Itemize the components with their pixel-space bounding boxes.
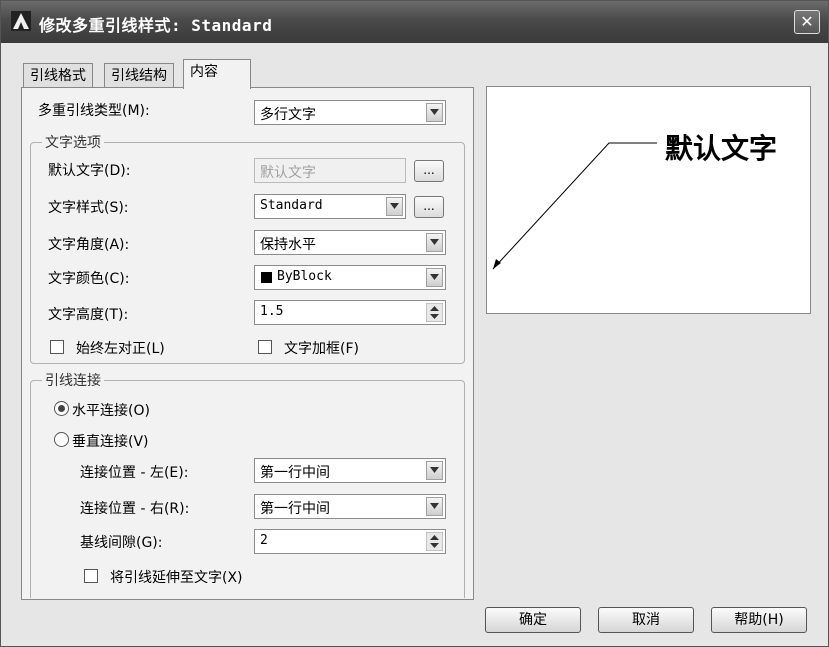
attach-left-value: 第一行中间 bbox=[260, 465, 330, 481]
extend-leader-label: 将引线延伸至文字(X) bbox=[110, 570, 243, 586]
leader-preview-graphic bbox=[492, 142, 657, 270]
text-height-label: 文字高度(T): bbox=[48, 307, 129, 323]
preview-text: 默认文字 bbox=[665, 132, 778, 165]
leader-type-select[interactable]: 多行文字 bbox=[254, 100, 446, 125]
vertical-attach-label: 垂直连接(V) bbox=[72, 434, 149, 450]
leader-type-label: 多重引线类型(M): bbox=[38, 103, 150, 119]
default-text-label: 默认文字(D): bbox=[48, 163, 131, 179]
text-color-select[interactable]: ByBlock bbox=[254, 265, 446, 290]
text-frame-checkbox[interactable] bbox=[258, 340, 272, 354]
text-style-select[interactable]: Standard bbox=[254, 194, 406, 219]
text-height-value: 1.5 bbox=[260, 304, 284, 319]
chevron-down-icon[interactable] bbox=[426, 103, 443, 122]
chevron-down-icon[interactable] bbox=[426, 497, 443, 516]
attach-right-select[interactable]: 第一行中间 bbox=[254, 494, 446, 519]
always-left-label: 始终左对正(L) bbox=[76, 341, 165, 357]
dialog-window: 修改多重引线样式: Standard ✕ 引线格式 引线结构 内容 多重引线类型… bbox=[0, 0, 829, 647]
attach-right-label: 连接位置 - 右(R): bbox=[80, 501, 190, 517]
default-text-field[interactable]: 默认文字 bbox=[254, 158, 406, 183]
close-icon: ✕ bbox=[800, 12, 814, 31]
attach-left-label: 连接位置 - 左(E): bbox=[80, 465, 189, 481]
tab-leader-structure[interactable]: 引线结构 bbox=[104, 63, 174, 87]
landing-gap-spinner[interactable]: 2 bbox=[254, 529, 446, 554]
text-frame-label: 文字加框(F) bbox=[284, 341, 359, 357]
leader-type-value: 多行文字 bbox=[260, 107, 316, 123]
text-height-spinner[interactable]: 1.5 bbox=[254, 300, 446, 325]
window-title: 修改多重引线样式: Standard bbox=[39, 16, 273, 35]
text-options-title: 文字选项 bbox=[42, 132, 104, 152]
chevron-down-icon[interactable] bbox=[386, 197, 403, 216]
horizontal-attach-label: 水平连接(O) bbox=[72, 403, 150, 419]
text-color-value: ByBlock bbox=[277, 269, 332, 284]
default-text-value: 默认文字 bbox=[260, 165, 316, 181]
ok-button[interactable]: 确定 bbox=[485, 607, 581, 633]
always-left-checkbox[interactable] bbox=[50, 340, 64, 354]
attach-left-select[interactable]: 第一行中间 bbox=[254, 458, 446, 483]
tab-leader-format[interactable]: 引线格式 bbox=[23, 63, 93, 87]
tab-content[interactable]: 内容 bbox=[183, 59, 251, 89]
cancel-button[interactable]: 取消 bbox=[598, 607, 694, 633]
horizontal-attach-radio[interactable] bbox=[54, 401, 69, 416]
text-style-value: Standard bbox=[260, 198, 323, 213]
text-angle-value: 保持水平 bbox=[260, 237, 316, 253]
title-bar[interactable]: 修改多重引线样式: Standard ✕ bbox=[1, 1, 828, 43]
text-angle-select[interactable]: 保持水平 bbox=[254, 230, 446, 255]
text-style-browse-button[interactable]: ... bbox=[414, 196, 444, 218]
help-button[interactable]: 帮助(H) bbox=[711, 607, 807, 633]
spin-arrows-icon[interactable] bbox=[426, 532, 443, 551]
text-angle-label: 文字角度(A): bbox=[48, 237, 130, 253]
chevron-down-icon[interactable] bbox=[426, 461, 443, 480]
landing-gap-value: 2 bbox=[260, 533, 268, 548]
text-style-label: 文字样式(S): bbox=[48, 200, 129, 216]
vertical-attach-radio[interactable] bbox=[54, 432, 69, 447]
attach-right-value: 第一行中间 bbox=[260, 501, 330, 517]
autocad-logo-icon bbox=[11, 11, 31, 31]
chevron-down-icon[interactable] bbox=[426, 233, 443, 252]
close-button[interactable]: ✕ bbox=[794, 10, 820, 34]
preview-pane: 默认文字 bbox=[486, 86, 811, 314]
content-tab-panel: 多重引线类型(M): 多行文字 文字选项 默认文字(D): 默认文字 ... 文… bbox=[21, 87, 474, 600]
extend-leader-checkbox[interactable] bbox=[84, 569, 98, 583]
color-swatch bbox=[261, 272, 272, 283]
spin-arrows-icon[interactable] bbox=[426, 303, 443, 322]
leader-connection-title: 引线连接 bbox=[42, 370, 104, 390]
text-color-label: 文字颜色(C): bbox=[48, 271, 130, 287]
chevron-down-icon[interactable] bbox=[426, 268, 443, 287]
default-text-browse-button[interactable]: ... bbox=[414, 160, 444, 182]
landing-gap-label: 基线间隙(G): bbox=[80, 535, 163, 551]
